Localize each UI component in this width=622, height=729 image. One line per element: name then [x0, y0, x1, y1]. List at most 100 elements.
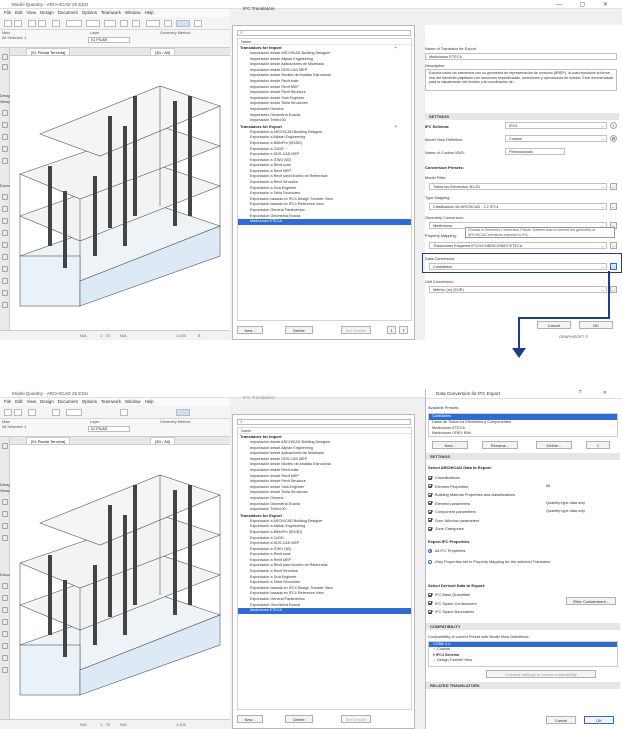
redo-icon[interactable]	[14, 20, 22, 27]
delete-button[interactable]: Delete	[285, 326, 313, 334]
redo-icon[interactable]	[14, 409, 22, 416]
menu-file[interactable]: File	[4, 9, 11, 17]
checkbox-row[interactable]: Door-Window parameters	[428, 518, 479, 523]
preset-item[interactable]: Mediciones GREY BIM	[429, 431, 617, 437]
layer-combo-icon[interactable]	[66, 20, 82, 27]
tab-3d[interactable]: [3D / All]	[150, 48, 175, 56]
set-version-button[interactable]: Set Version	[341, 326, 371, 334]
compat-item[interactable]: ✓ Design Transfer View	[429, 658, 617, 663]
mapping-props-radio[interactable]: Only Properties set in Property Mapping …	[428, 559, 550, 564]
slab-icon[interactable]	[2, 146, 8, 152]
dimension-icon[interactable]	[2, 194, 8, 200]
menu-edit[interactable]: Edit	[15, 398, 23, 406]
settings-section[interactable]: SETTINGS	[426, 453, 620, 460]
import-group[interactable]: Translators for Import +	[238, 45, 411, 51]
translator-item[interactable]: Mediciones ETECA	[238, 219, 411, 225]
snap-icon[interactable]	[104, 20, 116, 27]
polyline-icon[interactable]	[2, 655, 8, 661]
checkbox-row[interactable]: Element parameters	[428, 501, 470, 506]
description-field[interactable]: Exporta todos los elementos con su geome…	[425, 69, 617, 91]
status-zoom-a[interactable]: N/A	[80, 333, 87, 338]
checkbox-row[interactable]: Zone Categories	[428, 526, 464, 531]
tab-floor[interactable]: [01 Planta Terceira]	[26, 437, 71, 445]
settings-icon[interactable]: ⚙	[610, 135, 617, 142]
rename-button[interactable]: Rename...	[482, 441, 518, 449]
menu-options[interactable]: Options	[82, 398, 97, 406]
pencil-icon[interactable]	[28, 409, 36, 416]
layer-combo-icon[interactable]	[66, 409, 82, 416]
undo-icon[interactable]	[4, 409, 12, 416]
fill-icon[interactable]	[2, 230, 8, 236]
set-version-button[interactable]: Set Version	[341, 715, 371, 723]
pencil-icon[interactable]	[28, 20, 36, 27]
checkbox-icon[interactable]	[428, 484, 432, 488]
more-button[interactable]: …	[610, 242, 617, 249]
checkbox-icon[interactable]	[428, 592, 432, 597]
checkbox-icon[interactable]	[428, 526, 432, 531]
dimension-icon[interactable]	[2, 583, 8, 589]
cancel-button[interactable]: Cancel	[546, 716, 576, 724]
all-props-radio[interactable]: All IFC Properties	[428, 548, 466, 553]
add-icon[interactable]: +	[395, 124, 397, 130]
related-translators-section[interactable]: RELATED TRANSLATORS	[426, 682, 620, 689]
render-icon[interactable]	[146, 20, 160, 27]
column-icon[interactable]	[2, 122, 8, 128]
wand-icon[interactable]	[38, 20, 46, 27]
menu-help[interactable]: Help	[145, 398, 154, 406]
view-3d-icon[interactable]	[120, 409, 128, 416]
new-preset-button[interactable]: New...	[432, 441, 468, 449]
type-mapping-select[interactable]: Clasificación de ARCHICAD - 2.2 IFC4 ⌄	[429, 203, 607, 210]
menu-file[interactable]: File	[4, 398, 11, 406]
checkbox-row[interactable]: Building Material Properties and classif…	[428, 492, 515, 497]
grid-icon[interactable]	[52, 409, 60, 416]
mvd-select[interactable]: Custom ⌄	[505, 135, 607, 142]
status-zoom-a[interactable]: N/A	[80, 722, 87, 727]
compatibility-section[interactable]: COMPATIBILITY	[426, 623, 620, 630]
fill-icon[interactable]	[2, 619, 8, 625]
arc-icon[interactable]	[2, 643, 8, 649]
translator-name-field[interactable]: Mediciones ETECA	[425, 53, 617, 60]
cancel-button[interactable]: Cancel	[537, 321, 571, 329]
view-3d-icon[interactable]	[120, 20, 128, 27]
polyline-icon[interactable]	[2, 266, 8, 272]
arrow-icon[interactable]	[2, 54, 8, 60]
menu-edit[interactable]: Edit	[15, 9, 23, 17]
checkbox-icon[interactable]	[428, 509, 432, 514]
more-button[interactable]: …	[610, 183, 617, 190]
text-icon[interactable]	[2, 206, 8, 212]
import-group[interactable]: Translators for Import	[238, 434, 411, 440]
ifc-schema-select[interactable]: IFC4 ⌄	[505, 122, 607, 129]
tab-3d[interactable]: [3D / All]	[150, 437, 175, 445]
checkbox-icon[interactable]	[428, 475, 432, 480]
override-settings-button[interactable]: Override settings to ensure compatibilit…	[486, 670, 596, 678]
wall-icon[interactable]	[2, 499, 8, 505]
hotspot-icon[interactable]	[2, 290, 8, 296]
marquee-icon[interactable]	[2, 64, 8, 70]
checkbox-icon[interactable]	[428, 601, 432, 605]
menu-teamwork[interactable]: Teamwork	[101, 9, 121, 17]
model-filter-select[interactable]: Todos los Elementos 3D-2D ⌄	[429, 183, 607, 190]
menu-window[interactable]: Window	[125, 9, 141, 17]
checkbox-icon[interactable]	[428, 518, 432, 522]
close-icon[interactable]: ? ✕	[579, 390, 617, 396]
menu-design[interactable]: Design	[40, 9, 54, 17]
line-icon[interactable]	[2, 631, 8, 637]
info-icon[interactable]: i	[610, 122, 617, 129]
settings-icon[interactable]	[194, 20, 202, 27]
menu-view[interactable]: View	[27, 398, 36, 406]
layer-field[interactable]: 01 PILAR	[88, 426, 130, 432]
3d-model-viewport[interactable]	[10, 445, 230, 719]
spline-icon[interactable]	[2, 278, 8, 284]
import-preset-icon[interactable]: ⇩	[586, 441, 610, 449]
ok-button[interactable]: OK	[584, 716, 614, 724]
slab-icon[interactable]	[2, 535, 8, 541]
status-ratio[interactable]: 1:100	[176, 722, 186, 727]
checkbox-icon[interactable]	[428, 492, 432, 497]
status-zoom-b[interactable]: N/A	[120, 333, 127, 338]
grid-icon[interactable]	[52, 20, 60, 27]
menu-options[interactable]: Options	[82, 9, 97, 17]
plan-icon[interactable]	[132, 20, 140, 27]
delete-preset-button[interactable]: Delete...	[536, 441, 572, 449]
pen-set-icon[interactable]	[86, 20, 100, 27]
arrow-icon[interactable]	[2, 443, 8, 449]
